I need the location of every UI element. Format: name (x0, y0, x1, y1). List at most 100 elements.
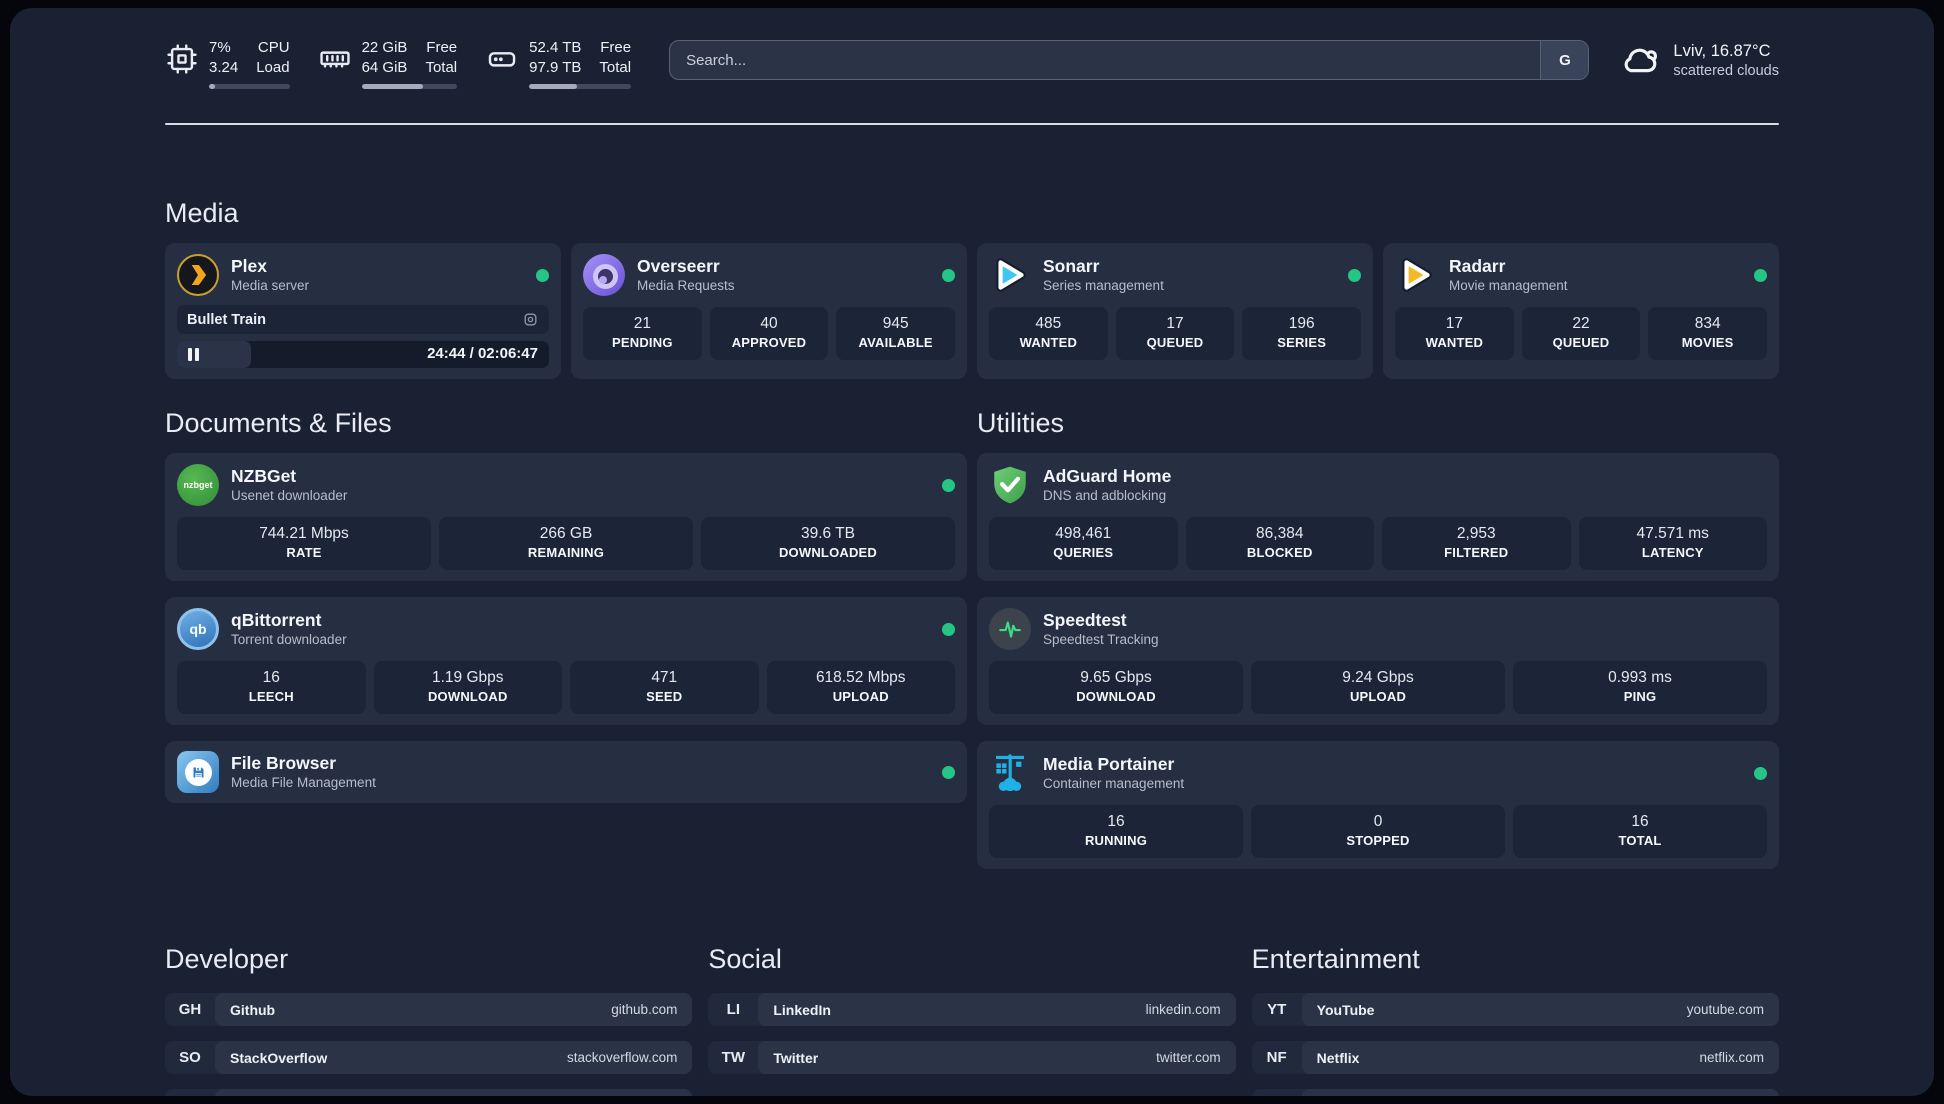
status-dot (942, 622, 955, 636)
app-title: Radarr (1449, 256, 1506, 276)
link-name: Github (230, 1001, 276, 1018)
status-dot (536, 268, 549, 282)
app-card-plex[interactable]: Plex Media server Bullet Train 24:44 / 0… (165, 243, 561, 379)
app-card-filebrowser[interactable]: File Browser Media File Management (165, 741, 967, 803)
app-card-overseerr[interactable]: Overseerr Media Requests 21 PENDING 40 APP… (571, 243, 967, 379)
app-card-qbittorrent[interactable]: qb qBittorrent Torrent downloader 16 LEEC… (165, 597, 967, 725)
weather-condition: scattered clouds (1673, 63, 1779, 79)
app-subtitle: Media server (231, 278, 310, 293)
stat-stopped: 0 STOPPED (1251, 805, 1505, 858)
now-playing-row: Bullet Train (177, 305, 549, 334)
weather-widget: Lviv, 16.87°C scattered clouds (1619, 40, 1779, 82)
link-youtube[interactable]: YT YouTube youtube.com (1251, 993, 1779, 1026)
app-subtitle: Torrent downloader (231, 632, 347, 647)
stat-download: 9.65 Gbps DOWNLOAD (989, 661, 1243, 714)
stat-ping: 0.993 ms PING (1513, 661, 1767, 714)
now-playing-title: Bullet Train (187, 311, 266, 328)
link-url: twitter.com (1156, 1050, 1221, 1065)
adguard-icon (989, 464, 1031, 506)
stat-seed: 471 SEED (570, 661, 759, 714)
stat-pending: 21 PENDING (583, 307, 702, 360)
disk-total-value: 97.9 TB (529, 59, 582, 76)
link-url: github.com (611, 1002, 678, 1017)
cpu-load-value: 3.24 (209, 59, 239, 76)
ram-widget: 22 GiB 64 GiB Free Total (318, 38, 458, 89)
stat-download: 1.19 Gbps DOWNLOAD (373, 661, 562, 714)
stat-queued: 17 QUEUED (1115, 307, 1235, 360)
pause-icon[interactable] (188, 348, 199, 361)
link-reddit[interactable]: RE Redditreddit.com (1251, 1089, 1779, 1096)
app-card-radarr[interactable]: Radarr Movie management 17 WANTED 22 QUEUE… (1383, 243, 1779, 379)
status-dot (942, 268, 955, 282)
link-abbr: NF (1266, 1049, 1287, 1066)
app-card-adguard[interactable]: AdGuard Home DNS and adblocking 498,461 Q… (977, 453, 1779, 581)
filebrowser-icon (177, 751, 219, 793)
top-bar: 7% 3.24 CPU Load 22 GiB 64 GiB Free Tota… (165, 38, 1779, 89)
app-card-portainer[interactable]: Media Portainer Container management 16 R… (977, 741, 1779, 869)
playback-progress-bar: 24:44 / 02:06:47 (177, 341, 549, 368)
ram-free-label: Free (426, 39, 458, 56)
link-url: netflix.com (1699, 1050, 1764, 1065)
app-title: qBittorrent (231, 610, 322, 630)
cpu-icon (167, 44, 197, 74)
stat-series: 196 SERIES (1242, 307, 1361, 360)
cpu-load-label: Load (256, 59, 290, 76)
session-screen-icon[interactable] (522, 311, 539, 328)
search-engine-button[interactable]: G (1540, 41, 1589, 79)
app-card-speedtest[interactable]: Speedtest Speedtest Tracking 9.65 Gbps DO… (977, 597, 1779, 725)
cpu-usage-value: 7% (209, 39, 231, 56)
app-title: AdGuard Home (1043, 466, 1172, 486)
app-subtitle: Media File Management (231, 775, 376, 790)
stat-running: 16 RUNNING (989, 805, 1243, 858)
stat-rate: 744.21 Mbps RATE (177, 517, 431, 570)
weather-location-temp: Lviv, 16.87°C (1673, 42, 1771, 60)
disk-free-label: Free (600, 39, 632, 56)
link-abbr: YT (1267, 1001, 1287, 1018)
playback-time: 24:44 / 02:06:47 (427, 345, 538, 362)
media-grid: Plex Media server Bullet Train 24:44 / 0… (165, 243, 1779, 379)
app-card-sonarr[interactable]: Sonarr Series management 485 WANTED 17 QUE… (977, 243, 1373, 379)
status-dot (942, 765, 955, 779)
link-name: Twitter (773, 1049, 819, 1066)
speedtest-icon (989, 608, 1031, 650)
link-name: Netflix (1316, 1049, 1360, 1066)
links-column-social: Social LI LinkedIn linkedin.com TW Twitte… (708, 943, 1236, 1096)
section-title-social: Social (708, 944, 782, 974)
stat-wanted: 485 WANTED (989, 307, 1108, 360)
search-input[interactable] (670, 41, 1541, 79)
stat-leech: 16 LEECH (177, 661, 366, 714)
status-dot (1348, 268, 1361, 282)
link-url: stackoverflow.com (567, 1050, 678, 1065)
app-subtitle: Container management (1043, 776, 1185, 791)
app-title: NZBGet (231, 466, 297, 486)
dashboard: 7% 3.24 CPU Load 22 GiB 64 GiB Free Tota… (10, 8, 1934, 1096)
app-subtitle: Usenet downloader (231, 488, 348, 503)
app-subtitle: Speedtest Tracking (1043, 632, 1159, 647)
link-linkedin[interactable]: LI LinkedIn linkedin.com (708, 993, 1236, 1026)
link-netflix[interactable]: NF Netflix netflix.com (1251, 1041, 1779, 1074)
app-card-nzbget[interactable]: nzbget NZBGet Usenet downloader 744.21 M… (165, 453, 967, 581)
app-title: Overseerr (637, 256, 720, 276)
stat-approved: 40 APPROVED (709, 307, 829, 360)
stat-queries: 498,461 QUERIES (989, 517, 1178, 570)
disk-widget: 52.4 TB 97.9 TB Free Total (485, 38, 632, 89)
cloud-icon (1625, 48, 1658, 73)
disk-total-label: Total (599, 59, 632, 76)
link-dev[interactable]: DT DEVdev.to (165, 1089, 693, 1096)
nzbget-icon: nzbget (177, 464, 219, 506)
qbittorrent-icon: qb (177, 608, 219, 650)
disk-progress-bar (529, 84, 632, 89)
app-title: Media Portainer (1043, 754, 1175, 774)
portainer-icon (989, 752, 1031, 794)
radarr-icon (1395, 254, 1437, 296)
link-url: youtube.com (1686, 1002, 1764, 1017)
link-stackoverflow[interactable]: SO StackOverflow stackoverflow.com (165, 1041, 693, 1074)
link-twitter[interactable]: TW Twitter twitter.com (708, 1041, 1236, 1074)
stat-latency: 47.571 ms LATENCY (1578, 517, 1767, 570)
link-name: StackOverflow (230, 1049, 328, 1066)
app-subtitle: Movie management (1449, 278, 1568, 293)
status-dot (942, 478, 955, 492)
link-github[interactable]: GH Github github.com (165, 993, 693, 1026)
stat-downloaded: 39.6 TB DOWNLOADED (701, 517, 955, 570)
disk-free-value: 52.4 TB (529, 39, 582, 56)
